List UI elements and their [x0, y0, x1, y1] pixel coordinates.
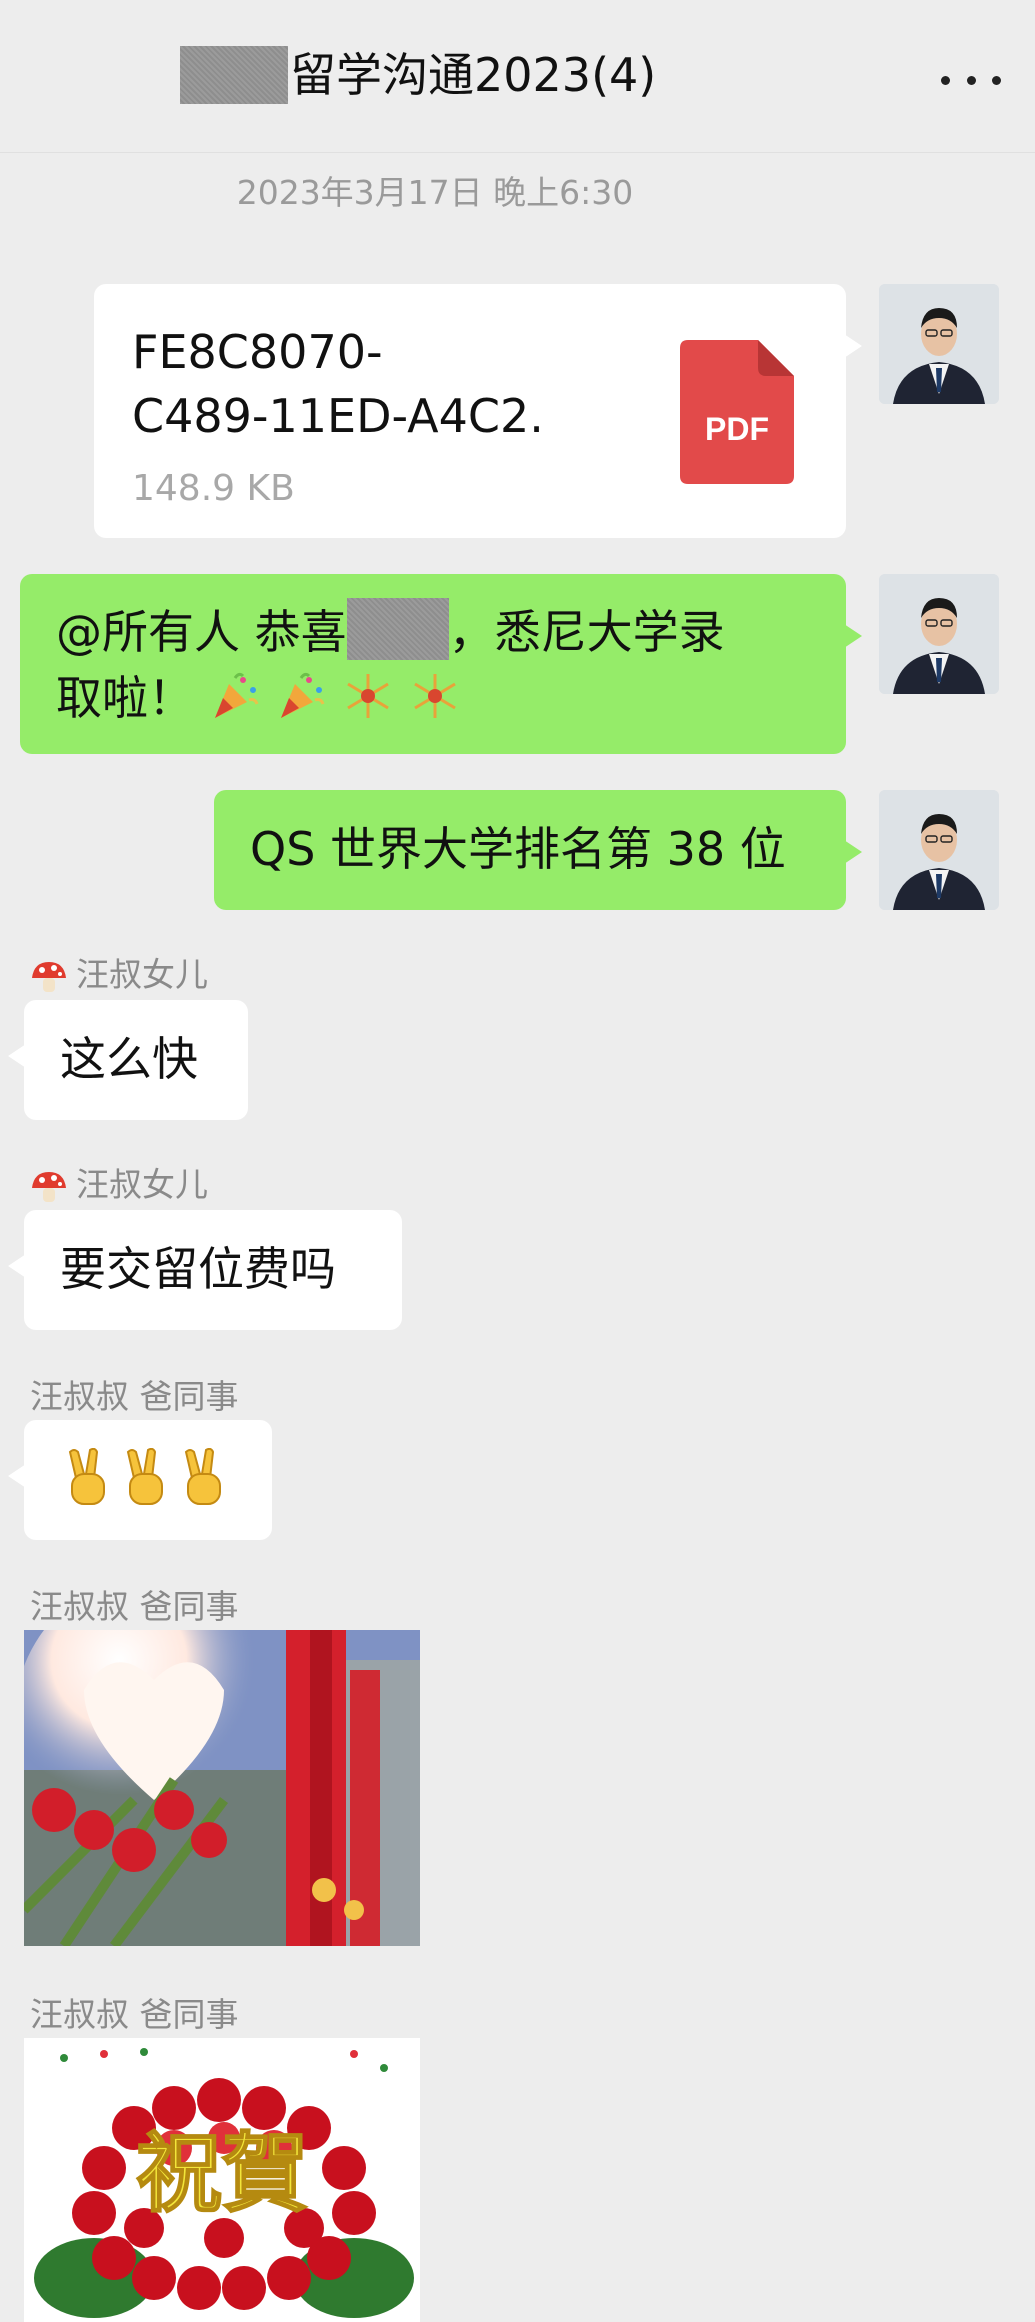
person-avatar-icon	[879, 574, 999, 694]
sender-label: 汪叔叔 爸同事	[30, 1995, 239, 2034]
sender-name: 汪叔女儿	[76, 1165, 208, 1204]
more-dot	[966, 75, 976, 85]
redacted-title-block	[180, 46, 288, 104]
more-dot	[992, 75, 1001, 85]
my-avatar[interactable]	[879, 790, 999, 910]
sender-label: 汪叔叔 爸同事	[30, 1377, 239, 1416]
party-popper-icon	[214, 672, 259, 718]
congratulations-flower-card: 祝賀	[24, 2038, 420, 2322]
ranking-message[interactable]: QS 世界大学排名第 38 位	[214, 790, 862, 910]
incoming-emoji-message[interactable]	[8, 1420, 272, 1540]
fireworks-icon	[413, 674, 456, 718]
announcement-message[interactable]: @所有人 恭喜 ，悉尼大学录 取啦！	[20, 574, 862, 754]
chat-title[interactable]: 留学沟通2023(4)	[290, 46, 656, 104]
my-avatar[interactable]	[879, 574, 999, 694]
fireworks-icon	[347, 674, 389, 718]
incoming-image-message[interactable]	[24, 1630, 420, 1946]
message-text: 要交留位费吗	[60, 1242, 336, 1296]
sender-label: 汪叔叔 爸同事	[30, 1587, 239, 1626]
announcement-prefix: @所有人 恭喜	[56, 605, 347, 659]
person-avatar-icon	[879, 790, 999, 910]
announcement-suffix: ，悉尼大学录	[448, 605, 725, 659]
person-avatar-icon	[879, 284, 999, 404]
chat-header: 留学沟通2023(4)	[0, 0, 1035, 153]
my-avatar[interactable]	[879, 284, 999, 404]
announcement-line2: 取啦！	[56, 671, 194, 725]
sender-label: 汪叔女儿	[30, 948, 208, 996]
celebration-photo	[24, 1630, 420, 1946]
more-options-button[interactable]	[941, 60, 1001, 100]
incoming-image-message[interactable]: 祝賀	[24, 2038, 420, 2322]
sender-name: 汪叔女儿	[76, 955, 208, 994]
file-size: 148.9 KB	[132, 468, 295, 509]
ranking-text: QS 世界大学排名第 38 位	[250, 822, 786, 876]
incoming-message[interactable]: 要交留位费吗	[8, 1210, 402, 1330]
pdf-file-icon: PDF	[680, 340, 794, 484]
file-message[interactable]: FE8C8070- C489-11ED-A4C2. 148.9 KB PDF	[94, 284, 862, 538]
message-text: 这么快	[60, 1032, 198, 1086]
more-dot	[941, 75, 950, 85]
redacted-name-block	[346, 598, 449, 660]
party-popper-icon	[281, 672, 325, 718]
message-timestamp: 2023年3月17日 晚上6:30	[236, 173, 634, 212]
victory-hand-icons	[68, 1447, 221, 1505]
incoming-message[interactable]: 这么快	[8, 1000, 248, 1120]
pdf-badge: PDF	[705, 411, 769, 447]
mushroom-icon	[32, 1171, 66, 1202]
sender-label: 汪叔女儿	[30, 1158, 208, 1206]
mushroom-icon	[32, 961, 66, 992]
card-text: 祝賀	[136, 2123, 308, 2224]
file-name: FE8C8070- C489-11ED-A4C2.	[132, 325, 544, 443]
